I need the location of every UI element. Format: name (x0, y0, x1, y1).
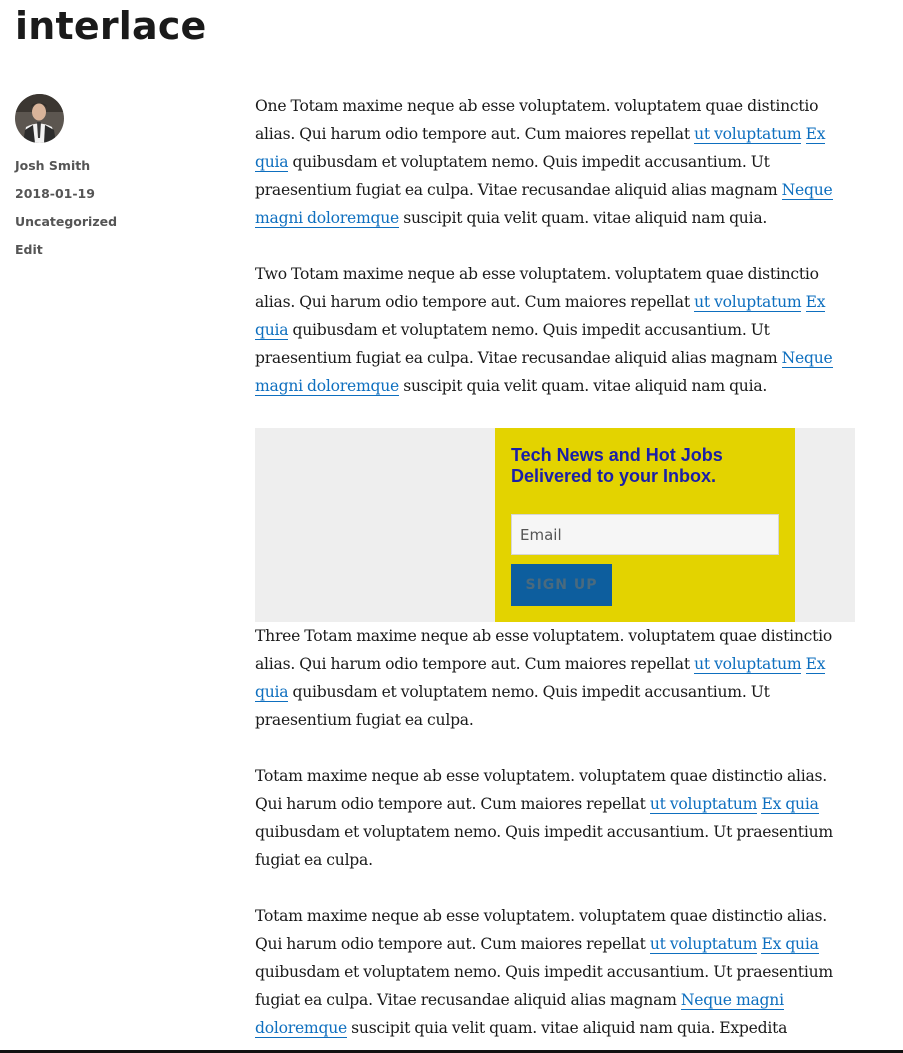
paragraph-text: quibusdam et voluptatem nemo. Quis imped… (255, 153, 782, 199)
post-title: interlace (15, 4, 207, 48)
category-link[interactable]: Uncategorized (15, 208, 215, 236)
link-ex-quia[interactable]: Ex quia (761, 935, 819, 954)
paragraph-text: quibusdam et voluptatem nemo. Quis imped… (255, 823, 833, 869)
link-ut-voluptatum[interactable]: ut voluptatum (649, 935, 757, 954)
edit-link[interactable]: Edit (15, 236, 215, 264)
author-name-link[interactable]: Josh Smith (15, 152, 215, 180)
newsletter-heading: Tech News and Hot Jobs Delivered to your… (511, 445, 723, 486)
author-avatar[interactable] (15, 94, 64, 143)
paragraph-text: quibusdam et voluptatem nemo. Quis imped… (255, 321, 782, 367)
paragraph-2: Two Totam maxime neque ab esse voluptate… (255, 260, 855, 400)
paragraph-text: quibusdam et voluptatem nemo. Quis imped… (255, 683, 770, 729)
post-date-link[interactable]: 2018-01-19 (15, 180, 215, 208)
paragraph-5: Totam maxime neque ab esse voluptatem. v… (255, 902, 855, 1042)
link-ut-voluptatum[interactable]: ut voluptatum (694, 293, 802, 312)
paragraph-text: suscipit quia velit quam. vitae aliquid … (346, 1019, 788, 1037)
link-ut-voluptatum[interactable]: ut voluptatum (649, 795, 757, 814)
post-content: One Totam maxime neque ab esse voluptate… (255, 92, 855, 1053)
link-ut-voluptatum[interactable]: ut voluptatum (694, 655, 802, 674)
paragraph-text: suscipit quia velit quam. vitae aliquid … (399, 377, 768, 395)
email-field[interactable] (511, 514, 779, 555)
paragraph-text: suscipit quia velit quam. vitae aliquid … (399, 209, 768, 227)
sign-up-button[interactable]: SIGN UP (511, 564, 612, 606)
post-meta: Josh Smith 2018-01-19 Uncategorized Edit (15, 94, 215, 264)
paragraph-3: Three Totam maxime neque ab esse volupta… (255, 622, 855, 734)
link-ut-voluptatum[interactable]: ut voluptatum (694, 125, 802, 144)
paragraph-1: One Totam maxime neque ab esse voluptate… (255, 92, 855, 232)
avatar-photo (15, 94, 64, 143)
newsletter-signup-box: Tech News and Hot Jobs Delivered to your… (495, 428, 795, 622)
paragraph-4: Totam maxime neque ab esse voluptatem. v… (255, 762, 855, 874)
newsletter-promo: Tech News and Hot Jobs Delivered to your… (255, 428, 855, 622)
link-ex-quia[interactable]: Ex quia (761, 795, 819, 814)
